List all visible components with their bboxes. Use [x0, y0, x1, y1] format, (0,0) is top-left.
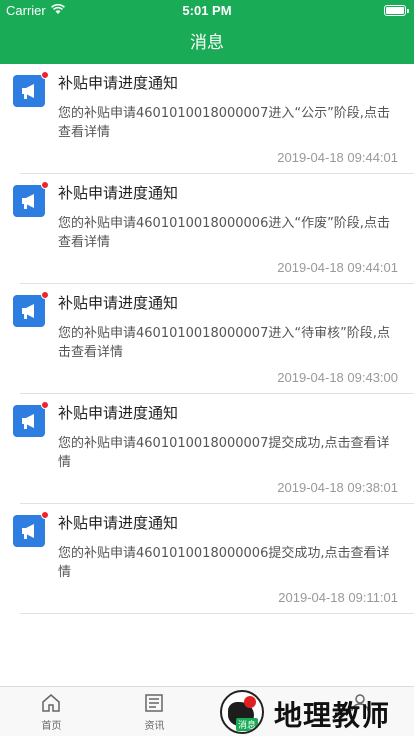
- status-time: 5:01 PM: [182, 3, 232, 18]
- message-body: 您的补贴申请4601010018000006提交成功,点击查看详情: [58, 546, 390, 580]
- unread-dot: [41, 401, 49, 409]
- message-list: 补贴申请进度通知 您的补贴申请4601010018000007进入“公示”阶段,…: [0, 64, 414, 614]
- message-item[interactable]: 补贴申请进度通知 您的补贴申请4601010018000007进入“公示”阶段,…: [0, 64, 414, 174]
- tab-news-label: 资讯: [144, 721, 165, 732]
- status-bar: Carrier 5:01 PM: [0, 0, 414, 22]
- tab-messages-badge: 消息: [236, 718, 259, 731]
- tab-news[interactable]: 资讯: [103, 687, 206, 736]
- tab-home-label: 首页: [41, 721, 62, 732]
- message-title: 补贴申请进度通知: [58, 404, 179, 422]
- watermark: 消息 地理教师: [214, 690, 414, 734]
- message-body: 您的补贴申请4601010018000007进入“公示”阶段,点击查看详情: [58, 106, 390, 140]
- message-body: 您的补贴申请4601010018000007提交成功,点击查看详情: [58, 436, 390, 470]
- message-title: 补贴申请进度通知: [58, 514, 179, 532]
- message-body: 您的补贴申请4601010018000006进入“作废”阶段,点击查看详情: [58, 216, 390, 250]
- megaphone-icon: [13, 511, 49, 547]
- message-time: 2019-04-18 09:43:00: [277, 370, 398, 385]
- unread-dot: [41, 511, 49, 519]
- message-time: 2019-04-18 09:44:01: [277, 260, 398, 275]
- watermark-text: 地理教师: [274, 699, 391, 732]
- message-item[interactable]: 补贴申请进度通知 您的补贴申请4601010018000007提交成功,点击查看…: [0, 394, 414, 504]
- home-icon: [41, 693, 61, 717]
- page-title: 消息: [190, 33, 224, 53]
- message-title: 补贴申请进度通知: [58, 294, 179, 312]
- tab-home[interactable]: 首页: [0, 687, 103, 736]
- message-title: 补贴申请进度通知: [58, 74, 179, 92]
- megaphone-icon: [13, 71, 49, 107]
- message-body: 您的补贴申请4601010018000007进入“待审核”阶段,点击查看详情: [58, 326, 390, 360]
- megaphone-icon: [13, 401, 49, 437]
- message-item[interactable]: 补贴申请进度通知 您的补贴申请4601010018000006进入“作废”阶段,…: [0, 174, 414, 284]
- megaphone-icon: [13, 181, 49, 217]
- news-icon: [144, 693, 164, 717]
- globe-logo-icon: 消息: [220, 690, 264, 734]
- message-item[interactable]: 补贴申请进度通知 您的补贴申请4601010018000006提交成功,点击查看…: [0, 504, 414, 614]
- message-title: 补贴申请进度通知: [58, 184, 179, 202]
- megaphone-icon: [13, 291, 49, 327]
- unread-dot: [41, 181, 49, 189]
- message-time: 2019-04-18 09:38:01: [277, 480, 398, 495]
- message-time: 2019-04-18 09:44:01: [277, 150, 398, 165]
- unread-dot: [41, 71, 49, 79]
- message-item[interactable]: 补贴申请进度通知 您的补贴申请4601010018000007进入“待审核”阶段…: [0, 284, 414, 394]
- nav-bar: 消息: [0, 22, 414, 64]
- message-time: 2019-04-18 09:11:01: [278, 590, 398, 605]
- unread-dot: [41, 291, 49, 299]
- battery-icon: [384, 5, 409, 16]
